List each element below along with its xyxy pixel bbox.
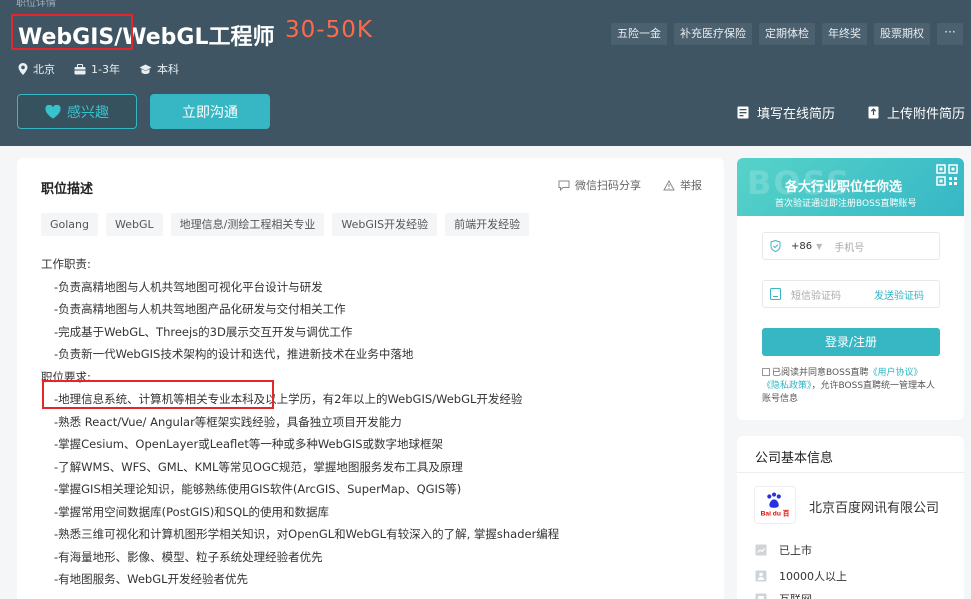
requirement-line: -了解WMS、WFS、GML、KML等常见OGC规范，掌握地图服务发布工具及原理	[54, 459, 463, 474]
sms-code-placeholder: 短信验证码	[791, 290, 841, 302]
requirement-line: -有海量地形、影像、模型、粒子系统处理经验者优先	[54, 549, 323, 564]
industry-value: 互联网	[779, 591, 812, 599]
fill-online-resume-link[interactable]: 填写在线简历	[737, 103, 835, 122]
welfare-tag: 五险一金	[611, 23, 667, 45]
title-highlight-box	[11, 14, 133, 50]
divider	[737, 472, 964, 473]
skill-tag: WebGIS开发经验	[332, 213, 438, 236]
duty-line: -负责高精地图与人机共驾地图可视化平台设计与研发	[54, 279, 323, 294]
company-size: 10000人以上	[755, 568, 847, 584]
message-icon	[770, 288, 781, 300]
industry-icon	[755, 593, 767, 599]
welfare-tag: 股票期权	[874, 23, 930, 45]
job-description-card: 职位描述 微信扫码分享 举报 Golang WebGL 地理信息/测绘工程相关专…	[17, 158, 724, 599]
company-logo[interactable]: Bai du 百	[754, 486, 796, 524]
requirement-line: -掌握Cesium、OpenLayer或Leaflet等一种或多种WebGIS或…	[54, 437, 444, 451]
skill-tag: 前端开发经验	[445, 213, 530, 236]
meta-experience: 1-3年	[74, 61, 120, 77]
city: 北京	[33, 63, 55, 76]
requirement-highlight-box	[42, 380, 274, 409]
experience: 1-3年	[91, 63, 120, 76]
skill-tag: WebGL	[106, 213, 163, 236]
job-meta: 北京 1-3年 本科	[18, 61, 198, 77]
skill-tag: 地理信息/测绘工程相关专业	[170, 213, 325, 236]
briefcase-icon	[74, 63, 86, 74]
company-name[interactable]: 北京百度网讯有限公司	[809, 497, 939, 516]
degree: 本科	[156, 63, 179, 76]
sms-code-input[interactable]: 短信验证码 发送验证码	[762, 280, 940, 308]
phone-input[interactable]: +86 ▼ 手机号	[762, 232, 940, 260]
graduation-cap-icon	[139, 64, 152, 74]
stock-chart-icon	[755, 544, 767, 556]
company-stage: 已上市	[755, 542, 812, 558]
skill-tag: Golang	[41, 213, 99, 236]
meta-degree: 本科	[139, 61, 179, 77]
duty-line: -负责高精地图与人机共驾地图产品化研发与交付相关工作	[54, 302, 346, 316]
breadcrumb[interactable]: 职位详情	[16, 0, 56, 9]
company-info-panel: 公司基本信息 Bai du 百 北京百度网讯有限公司 已上市 10000人以上 …	[737, 436, 964, 599]
share-label: 微信扫码分享	[575, 179, 641, 192]
location-pin-icon	[18, 63, 28, 75]
country-code-select[interactable]: +86	[791, 241, 812, 252]
logo-text: Bai du 百	[761, 509, 790, 517]
company-section-title: 公司基本信息	[755, 451, 834, 466]
duty-line: -负责新一代WebGIS技术架构的设计和迭代，推进新技术在业务中落地	[54, 347, 414, 361]
welfare-tag: 年终奖	[822, 23, 867, 45]
requirement-line: -掌握常用空间数据库(PostGIS)和SQL的使用和数据库	[54, 504, 330, 519]
upload-resume-link[interactable]: 上传附件简历	[868, 103, 965, 122]
job-description-text: 工作职责: -负责高精地图与人机共驾地图可视化平台设计与研发 -负责高精地图与人…	[41, 253, 559, 591]
login-register-button[interactable]: 登录/注册	[762, 328, 940, 356]
size-value: 10000人以上	[779, 570, 847, 583]
send-code-button[interactable]: 发送验证码	[874, 287, 924, 302]
qr-code-icon[interactable]	[936, 164, 958, 186]
requirement-line: -掌握GIS相关理论知识，能够熟练使用GIS软件(ArcGIS、SuperMap…	[54, 482, 462, 496]
duties-heading: 工作职责:	[41, 257, 91, 271]
agreement-text: 已阅读并同意BOSS直聘《用户协议》 《隐私政策》，允许BOSS直聘统一管理本人账…	[762, 367, 942, 406]
requirement-line: -熟悉 React/Vue/ Angular等框架实践经验，具备独立项目开发能力	[54, 414, 402, 429]
shield-check-icon	[770, 240, 781, 252]
privacy-policy-link[interactable]: 《隐私政策》	[762, 381, 812, 391]
upload-file-icon	[868, 106, 879, 119]
report-label: 举报	[680, 179, 702, 192]
report-button[interactable]: 举报	[663, 177, 702, 193]
welfare-more-button[interactable]: ···	[937, 23, 963, 45]
phone-placeholder: 手机号	[834, 242, 865, 254]
welfare-tag: 定期体检	[759, 23, 815, 45]
duty-line: -完成基于WebGL、Threejs的3D展示交互开发与调优工作	[54, 324, 353, 339]
heart-icon	[45, 104, 61, 118]
agree-prefix: 已阅读并同意BOSS直聘	[772, 368, 869, 378]
login-headline: 各大行业职位任你选	[785, 180, 903, 195]
meta-city: 北京	[18, 61, 55, 77]
people-icon	[755, 570, 767, 582]
login-panel: BOSS 各大行业职位任你选 首次验证通过即注册BOSS直聘账号 +86 ▼ 手…	[737, 158, 964, 420]
login-subline: 首次验证通过即注册BOSS直聘账号	[775, 199, 917, 209]
company-industry: 互联网	[755, 591, 812, 599]
requirement-line: -有地图服务、WebGL开发经验者优先	[54, 572, 249, 586]
wechat-share-button[interactable]: 微信扫码分享	[558, 177, 641, 193]
welfare-tags: 五险一金 补充医疗保险 定期体检 年终奖 股票期权 ···	[611, 23, 971, 45]
chat-now-button[interactable]: 立即沟通	[150, 94, 270, 129]
warning-icon	[663, 179, 675, 190]
fill-resume-label: 填写在线简历	[757, 107, 836, 122]
upload-resume-label: 上传附件简历	[887, 107, 966, 122]
welfare-tag: 补充医疗保险	[674, 23, 752, 45]
requirement-line: -熟悉三维可视化和计算机图形学相关知识，对OpenGL和WebGL有较深入的了解…	[54, 527, 560, 541]
chat-bubble-icon	[558, 180, 570, 191]
chevron-down-icon: ▼	[816, 241, 823, 251]
agree-checkbox[interactable]	[762, 368, 770, 376]
interested-label: 感兴趣	[67, 104, 109, 121]
stage-value: 已上市	[779, 544, 812, 557]
card-actions: 微信扫码分享 举报	[536, 177, 702, 193]
section-title: 职位描述	[41, 182, 94, 197]
interested-button[interactable]: 感兴趣	[17, 94, 137, 129]
resume-form-icon	[737, 106, 749, 119]
salary: 30-50K	[285, 17, 373, 43]
user-agreement-link[interactable]: 《用户协议》	[869, 368, 923, 378]
skill-tags: Golang WebGL 地理信息/测绘工程相关专业 WebGIS开发经验 前端…	[41, 213, 537, 236]
login-banner: BOSS 各大行业职位任你选 首次验证通过即注册BOSS直聘账号	[737, 158, 964, 216]
job-header: 职位详情 WebGIS/WebGL工程师 30-50K 五险一金 补充医疗保险 …	[0, 0, 971, 146]
